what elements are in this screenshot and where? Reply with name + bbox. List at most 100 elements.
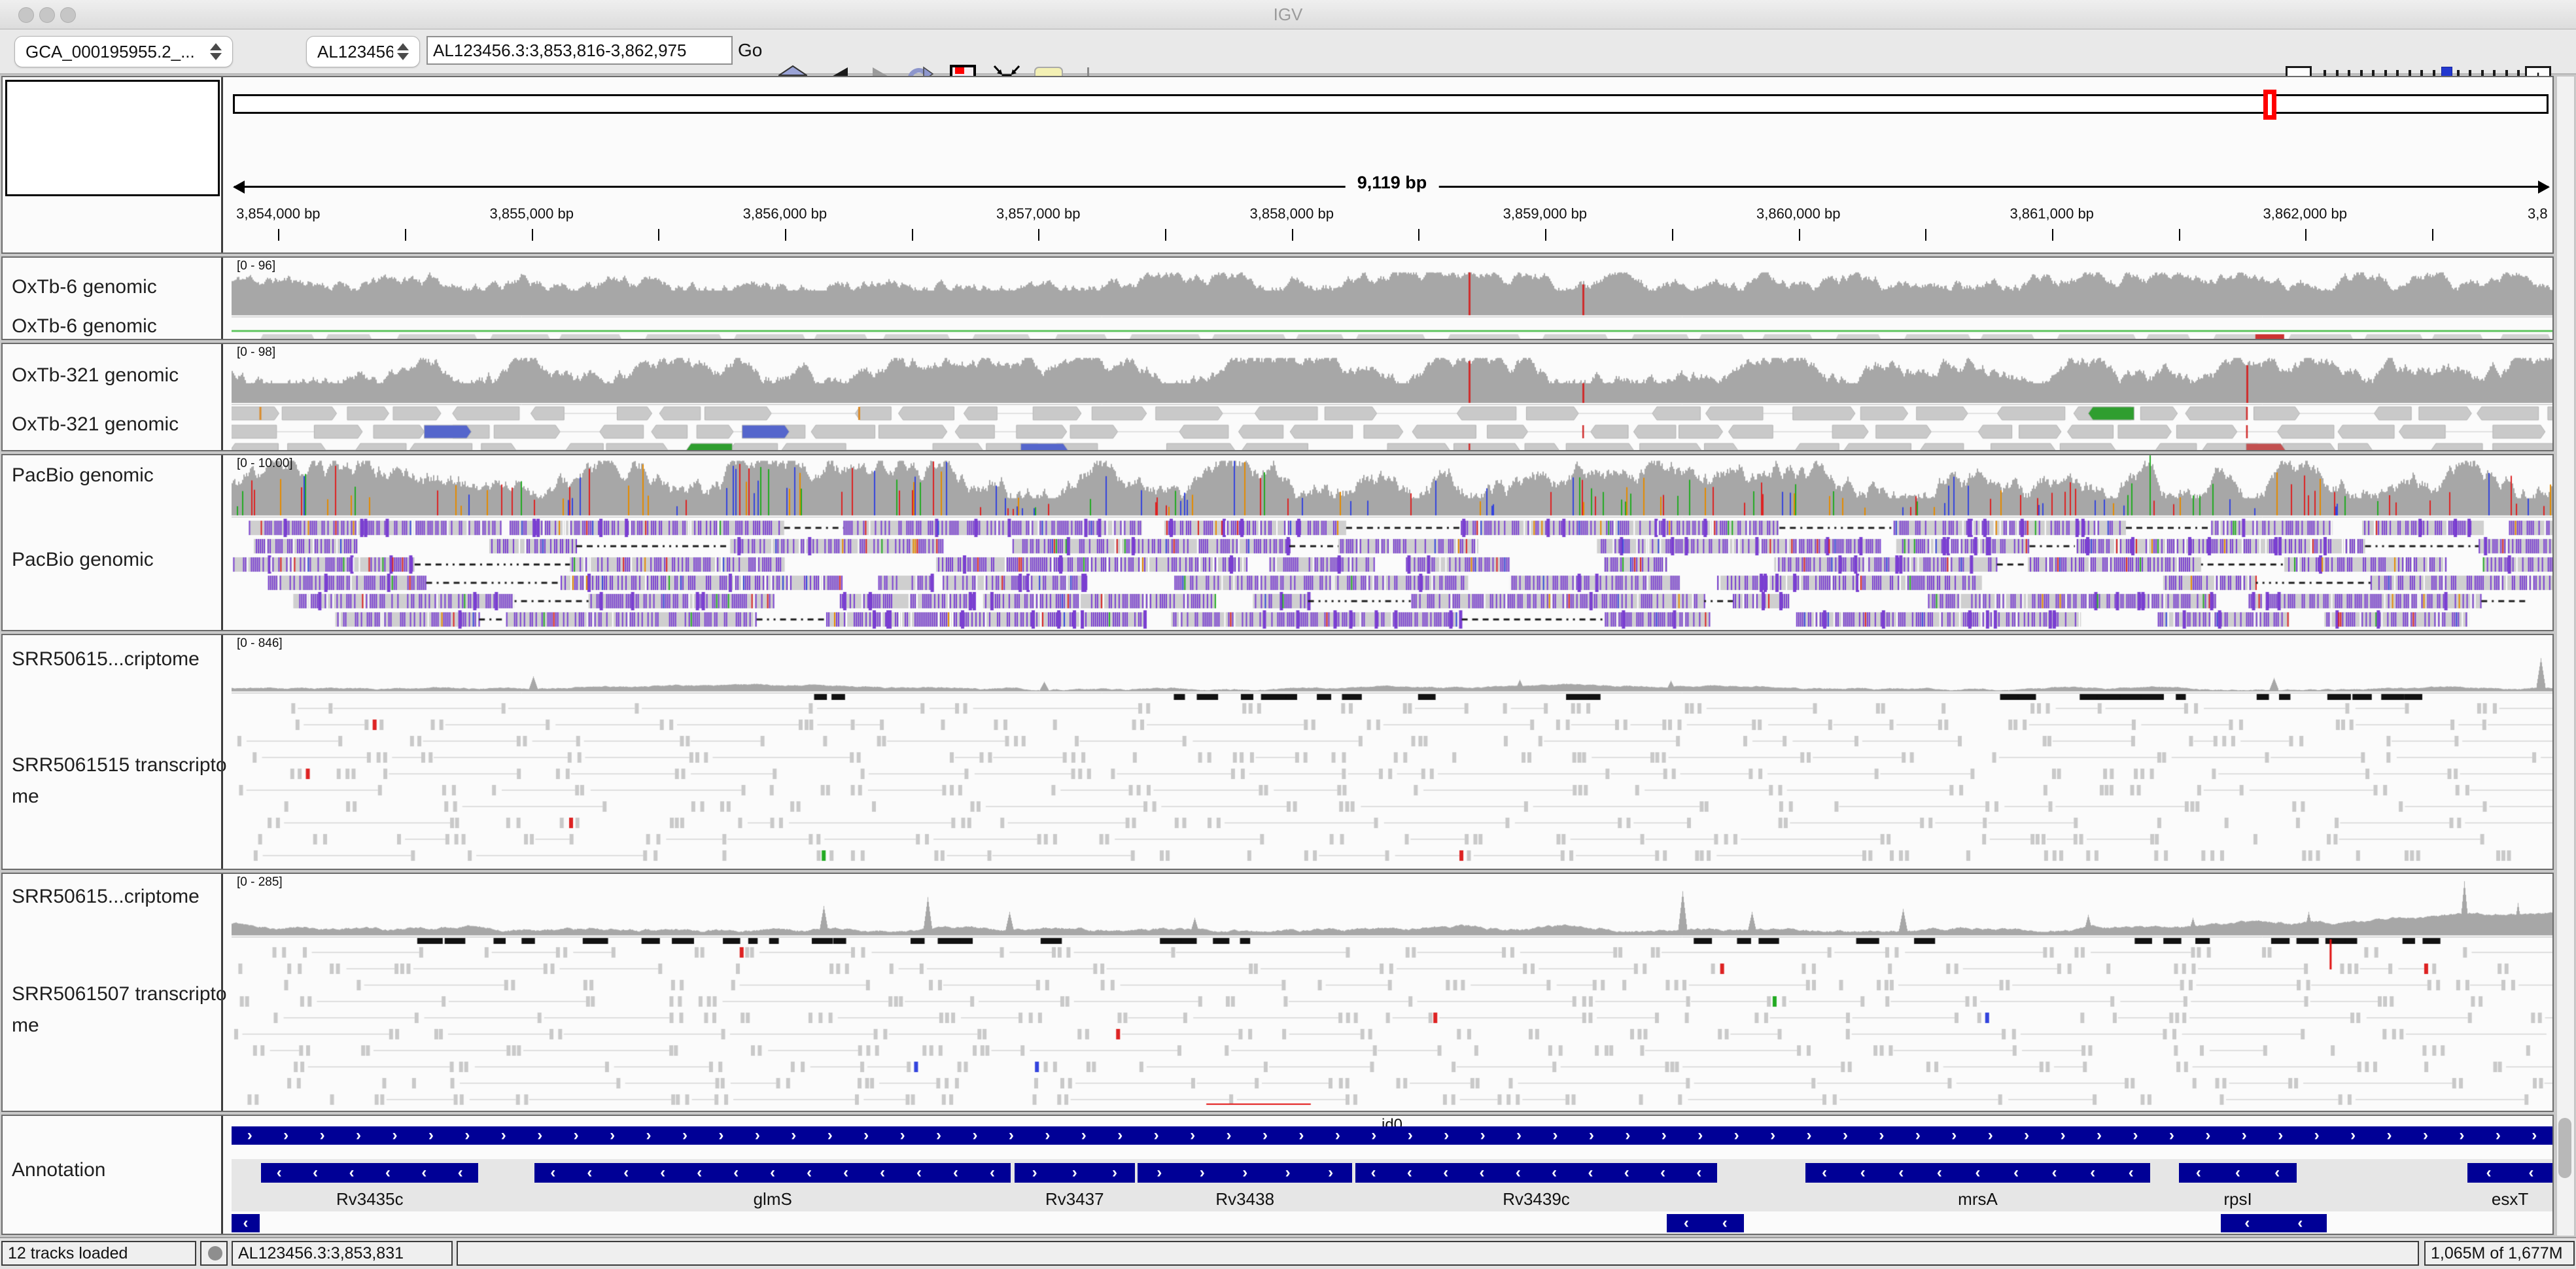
strand-chevron-icon: › bbox=[283, 1128, 288, 1143]
ruler-tick bbox=[658, 229, 659, 241]
strand-chevron-icon: › bbox=[646, 1128, 652, 1143]
ruler-tick bbox=[1799, 229, 1800, 241]
strand-chevron-icon: › bbox=[2387, 1128, 2392, 1143]
ruler-tick bbox=[1925, 229, 1926, 241]
strand-chevron-icon: › bbox=[1516, 1128, 1522, 1143]
track-panel-srr5061515: SRR50615...criptome SRR5061515 transcrip… bbox=[1, 634, 2554, 870]
gene-label: mrsA bbox=[1958, 1189, 1998, 1209]
strand-chevron-icon: › bbox=[936, 1128, 941, 1143]
strand-chevron-icon: › bbox=[1843, 1128, 1848, 1143]
strand-chevron-icon: › bbox=[1879, 1128, 1884, 1143]
ruler-tick bbox=[405, 229, 406, 241]
strand-chevron-icon: ‹ bbox=[1588, 1165, 1593, 1181]
vertical-scrollbar[interactable] bbox=[2556, 76, 2575, 1236]
track-name[interactable]: SRR5061515 transcriptome bbox=[12, 750, 232, 812]
locus-input[interactable] bbox=[426, 36, 733, 65]
strand-chevron-icon: › bbox=[2459, 1128, 2464, 1143]
strand-chevron-icon: ‹ bbox=[2274, 1165, 2280, 1181]
strand-chevron-icon: ‹ bbox=[1660, 1165, 1665, 1181]
strand-chevron-icon: › bbox=[2532, 1128, 2537, 1143]
strand-chevron-icon: ‹ bbox=[1684, 1215, 1689, 1231]
coverage-scale-label: [0 - 846] bbox=[237, 636, 283, 651]
strand-chevron-icon: ‹ bbox=[660, 1165, 665, 1181]
scrollbar-thumb[interactable] bbox=[2558, 1118, 2571, 1178]
genome-select-stepper[interactable] bbox=[206, 43, 232, 60]
track-name[interactable]: PacBio genomic bbox=[12, 549, 154, 571]
strand-chevron-icon: ‹ bbox=[2090, 1165, 2095, 1181]
gene-feature-esxT[interactable]: ‹‹ bbox=[2467, 1163, 2552, 1183]
track-name[interactable]: SRR50615...criptome bbox=[12, 886, 200, 908]
region-marker[interactable] bbox=[2263, 90, 2276, 120]
chromosome-ideogram[interactable] bbox=[233, 94, 2549, 114]
track-name[interactable]: OxTb-321 genomic bbox=[12, 413, 179, 436]
strand-chevron-icon: › bbox=[2423, 1128, 2428, 1143]
strand-chevron-icon: › bbox=[827, 1128, 833, 1143]
track-name[interactable]: OxTb-6 genomic bbox=[12, 315, 157, 338]
genome-select-value: GCA_000195955.2_... bbox=[15, 42, 206, 62]
gene-feature-Rv3435c[interactable]: ‹‹‹‹‹‹ bbox=[261, 1163, 478, 1183]
strand-chevron-icon: ‹ bbox=[1480, 1165, 1485, 1181]
track-canvas-srr5061507[interactable] bbox=[232, 874, 2552, 1111]
track-name[interactable]: OxTb-321 genomic bbox=[12, 364, 179, 387]
go-button[interactable]: Go bbox=[738, 40, 762, 61]
strand-chevron-icon: ‹ bbox=[587, 1165, 592, 1181]
strand-chevron-icon: › bbox=[2496, 1128, 2501, 1143]
strand-chevron-icon: › bbox=[1444, 1128, 1449, 1143]
strand-chevron-icon: › bbox=[2350, 1128, 2356, 1143]
track-name[interactable]: OxTb-6 genomic bbox=[12, 276, 157, 298]
strand-chevron-icon: › bbox=[1552, 1128, 1558, 1143]
ruler-tick bbox=[1292, 229, 1293, 241]
chromosome-select-stepper[interactable] bbox=[393, 43, 419, 60]
strand-chevron-icon: › bbox=[1227, 1128, 1232, 1143]
ruler-tick-label: 3,858,000 bp bbox=[1249, 205, 1333, 222]
memory-status[interactable]: 1,065M of 1,677M bbox=[2424, 1241, 2575, 1266]
strand-chevron-icon: ‹ bbox=[2129, 1165, 2134, 1181]
track-canvas-oxtb6[interactable] bbox=[232, 258, 2552, 339]
annotation-track-area[interactable]: ››››››››››››››››››››››››››››››››››››››››… bbox=[232, 1116, 2552, 1234]
track-canvas-pacbio[interactable] bbox=[232, 455, 2552, 630]
strand-chevron-icon: › bbox=[1625, 1128, 1630, 1143]
gene-feature-glmS[interactable]: ‹‹‹‹‹‹‹‹‹‹‹‹‹ bbox=[534, 1163, 1011, 1183]
track-name[interactable]: SRR5061507 transcriptome bbox=[12, 979, 232, 1041]
strand-chevron-icon: › bbox=[1988, 1128, 1993, 1143]
genome-select[interactable]: GCA_000195955.2_... bbox=[14, 36, 233, 67]
gene-feature-mrsA[interactable]: ‹‹‹‹‹‹‹‹‹ bbox=[1805, 1163, 2150, 1183]
track-name[interactable]: Annotation bbox=[12, 1159, 105, 1181]
ruler-area[interactable]: 9,119 bp3,854,000 bp3,855,000 bp3,856,00… bbox=[232, 77, 2552, 252]
strand-chevron-icon: › bbox=[1285, 1165, 1291, 1181]
track-name[interactable]: SRR50615...criptome bbox=[12, 648, 200, 670]
track-canvas-srr5061515[interactable] bbox=[232, 635, 2552, 869]
strand-chevron-icon: › bbox=[2278, 1128, 2283, 1143]
track-canvas-oxtb321[interactable] bbox=[232, 344, 2552, 450]
sub-feature-0[interactable]: ‹ bbox=[232, 1214, 260, 1232]
ruler-tick bbox=[2432, 229, 2433, 241]
sub-feature-1[interactable]: ‹‹ bbox=[1667, 1214, 1744, 1232]
gene-feature-Rv3438[interactable]: ››››› bbox=[1138, 1163, 1351, 1183]
strand-chevron-icon: › bbox=[2061, 1128, 2066, 1143]
strand-chevron-icon: ‹ bbox=[2486, 1165, 2492, 1181]
strand-chevron-icon: › bbox=[1242, 1165, 1247, 1181]
chromosome-select[interactable]: AL123456.3 bbox=[306, 36, 420, 67]
status-circle-icon bbox=[207, 1245, 224, 1262]
gene-list-box[interactable] bbox=[5, 80, 220, 196]
ruler-tick bbox=[2179, 229, 2180, 241]
track-name[interactable]: PacBio genomic bbox=[12, 464, 154, 487]
track-panel-oxtb6: OxTb-6 genomic OxTb-6 genomic [0 - 96] bbox=[1, 256, 2554, 340]
gene-feature-Rv3437[interactable]: ››› bbox=[1015, 1163, 1134, 1183]
strand-chevron-icon: ‹ bbox=[1516, 1165, 1521, 1181]
gene-feature-rpsI[interactable]: ‹‹‹ bbox=[2179, 1163, 2297, 1183]
strand-chevron-icon: › bbox=[1915, 1128, 1921, 1143]
header-panel: 9,119 bp3,854,000 bp3,855,000 bp3,856,00… bbox=[1, 76, 2554, 254]
strand-chevron-icon: › bbox=[356, 1128, 361, 1143]
gene-feature-Rv3439c[interactable]: ‹‹‹‹‹‹‹‹‹‹ bbox=[1355, 1163, 1717, 1183]
strand-chevron-icon: › bbox=[2242, 1128, 2247, 1143]
id0-feature-bar[interactable]: ››››››››››››››››››››››››››››››››››››››››… bbox=[232, 1126, 2552, 1145]
strand-chevron-icon: › bbox=[1589, 1128, 1594, 1143]
strand-chevron-icon: ‹ bbox=[2052, 1165, 2057, 1181]
track-panel-oxtb321: OxTb-321 genomic OxTb-321 genomic [0 - 9… bbox=[1, 343, 2554, 451]
sub-feature-2[interactable]: ‹‹ bbox=[2221, 1214, 2327, 1232]
strand-chevron-icon: › bbox=[464, 1128, 470, 1143]
strand-chevron-icon: › bbox=[900, 1128, 905, 1143]
strand-chevron-icon: › bbox=[755, 1128, 760, 1143]
strand-chevron-icon: › bbox=[428, 1128, 434, 1143]
